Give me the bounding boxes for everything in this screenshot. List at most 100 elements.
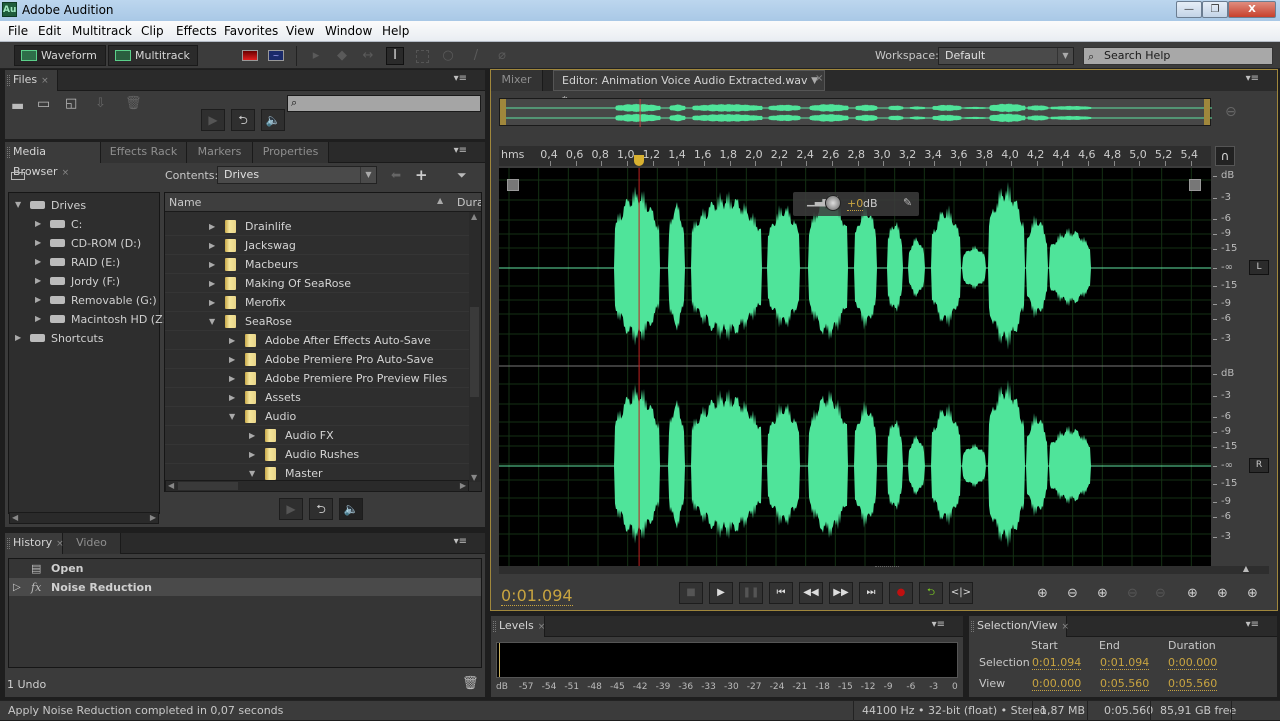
collapsed-triangle-icon[interactable]: ▶: [209, 255, 215, 274]
spectral-pitch-icon[interactable]: ~: [268, 50, 284, 61]
file-list-item[interactable]: ▶ Merofix: [165, 293, 469, 312]
razor-tool-icon[interactable]: ◆: [334, 48, 350, 64]
history-item[interactable]: ▤ Open: [9, 559, 481, 578]
minimize-button[interactable]: —: [1176, 1, 1202, 18]
menu-favorites[interactable]: Favorites: [224, 24, 278, 38]
marquee-tool-icon[interactable]: [416, 50, 429, 63]
collapsed-triangle-icon[interactable]: ▶: [35, 295, 41, 304]
history-item-current[interactable]: ▷ fx Noise Reduction: [9, 578, 481, 597]
current-time-display[interactable]: 0:01.094: [501, 586, 573, 606]
file-list-item[interactable]: ▶ Macbeurs: [165, 255, 469, 274]
trash-icon[interactable]: 🗑: [462, 676, 479, 691]
workspace-select[interactable]: Default ▼: [938, 47, 1074, 65]
editor-horizontal-scrollbar[interactable]: ▲: [499, 564, 1269, 574]
gain-value[interactable]: +0: [847, 197, 864, 211]
lasso-tool-icon[interactable]: ○: [440, 48, 456, 64]
zoom-out-full-icon[interactable]: ⊖: [1225, 104, 1237, 120]
channel-left-toggle[interactable]: L: [1249, 260, 1269, 275]
tab-video[interactable]: Video: [63, 533, 121, 554]
file-list-vertical-scrollbar[interactable]: ▲ ▼: [469, 212, 481, 482]
channel-right-toggle[interactable]: R: [1249, 458, 1269, 473]
menu-clip[interactable]: Clip: [141, 24, 164, 38]
column-header-duration[interactable]: Dura: [457, 196, 481, 209]
move-tool-icon[interactable]: ▸: [308, 48, 324, 64]
panel-menu-icon[interactable]: ▾≡: [932, 619, 945, 630]
drive-item[interactable]: ▶ RAID (E:): [9, 253, 159, 272]
file-list-item[interactable]: ▶ Adobe Premiere Pro Preview Files: [165, 369, 469, 388]
close-icon[interactable]: ×: [538, 622, 546, 632]
collapsed-triangle-icon[interactable]: ▶: [249, 426, 255, 445]
tab-selection-view[interactable]: Selection/View ×: [969, 616, 1070, 637]
collapsed-triangle-icon[interactable]: ▶: [249, 445, 255, 464]
panel-menu-icon[interactable]: ▾≡: [454, 536, 467, 547]
collapsed-triangle-icon[interactable]: ▶: [35, 314, 41, 323]
expanded-triangle-icon[interactable]: ▼: [209, 312, 215, 331]
import-file-icon[interactable]: ▭: [37, 96, 50, 112]
collapsed-triangle-icon[interactable]: ▶: [229, 388, 235, 407]
collapsed-triangle-icon[interactable]: ▶: [209, 274, 215, 293]
multitrack-view-button[interactable]: Multitrack: [108, 45, 198, 66]
insert-into-multitrack-icon[interactable]: ⇩: [95, 96, 106, 111]
tab-properties[interactable]: Properties: [253, 142, 329, 163]
gain-knob[interactable]: [825, 195, 841, 211]
collapsed-triangle-icon[interactable]: ▶: [35, 276, 41, 285]
tab-history[interactable]: History ×: [5, 533, 64, 554]
files-search-input[interactable]: ⌕: [287, 95, 481, 112]
stop-button[interactable]: ■: [679, 582, 703, 604]
autoplay-button[interactable]: 🔈: [261, 109, 285, 131]
skip-selection-button[interactable]: <|>: [949, 582, 973, 604]
media-play-button[interactable]: ▶: [279, 498, 303, 520]
media-loop-button[interactable]: ⮌: [309, 498, 333, 520]
zoom-to-selection-in-icon[interactable]: ⊕: [1187, 586, 1198, 601]
collapsed-triangle-icon[interactable]: ▶: [15, 333, 21, 342]
expanded-triangle-icon[interactable]: ▼: [229, 407, 235, 426]
add-shortcut-icon[interactable]: +: [415, 166, 428, 184]
time-ruler[interactable]: hms 0,4 0,6 0,8 1,0 1,2 1,4 1,6 1,8 2,0 2,2 2,4 2,6…: [499, 146, 1211, 166]
file-list-item[interactable]: ▶ Assets: [165, 388, 469, 407]
menu-multitrack[interactable]: Multitrack: [72, 24, 132, 38]
back-arrow-icon[interactable]: ⬅: [391, 168, 401, 182]
tab-effects-rack[interactable]: Effects Rack: [101, 142, 187, 163]
selection-duration[interactable]: 0:00.000: [1168, 656, 1218, 670]
collapsed-triangle-icon[interactable]: ▶: [209, 293, 215, 312]
drive-item[interactable]: ▶ Shortcuts: [9, 329, 159, 348]
zoom-out-time-icon[interactable]: ⊖: [1127, 586, 1138, 601]
menu-effects[interactable]: Effects: [176, 24, 217, 38]
drives-horizontal-scrollbar[interactable]: ◀ ▶: [9, 512, 159, 524]
tab-media-browser[interactable]: Media Browser ×: [5, 142, 101, 178]
expanded-triangle-icon[interactable]: ▼: [15, 200, 21, 209]
collapsed-triangle-icon[interactable]: ▶: [229, 350, 235, 369]
spectral-frequency-icon[interactable]: [242, 50, 258, 61]
view-duration[interactable]: 0:05.560: [1168, 677, 1218, 691]
drive-item[interactable]: ▶ Macintosh HD (Z:: [9, 310, 166, 329]
file-list-item[interactable]: ▼ Audio: [165, 407, 469, 426]
zoom-selection-icon[interactable]: ⊕: [1247, 586, 1258, 601]
column-header-name[interactable]: Name: [169, 196, 201, 209]
snap-magnet-icon[interactable]: ∩: [1215, 146, 1235, 166]
skip-to-start-button[interactable]: ⏮: [769, 582, 793, 604]
drive-item[interactable]: ▶ CD-ROM (D:): [9, 234, 159, 253]
media-autoplay-button[interactable]: 🔈: [339, 498, 363, 520]
collapsed-triangle-icon[interactable]: ▶: [35, 238, 41, 247]
close-icon[interactable]: ×: [1062, 622, 1070, 632]
collapsed-triangle-icon[interactable]: ▶: [35, 257, 41, 266]
menu-file[interactable]: File: [8, 24, 28, 38]
file-list-item[interactable]: ▶ Adobe After Effects Auto-Save: [165, 331, 469, 350]
open-file-icon[interactable]: ▬: [11, 98, 24, 114]
menu-view[interactable]: View: [286, 24, 314, 38]
collapsed-triangle-icon[interactable]: ▶: [209, 217, 215, 236]
play-button[interactable]: ▶: [709, 582, 733, 604]
tab-levels[interactable]: Levels ×: [491, 616, 545, 637]
drive-item[interactable]: ▶ Jordy (F:): [9, 272, 159, 291]
playhead-marker-icon[interactable]: [634, 155, 645, 166]
drive-item[interactable]: ▶ Removable (G:): [9, 291, 159, 310]
tab-files[interactable]: Files ×: [5, 70, 58, 91]
loop-preview-button[interactable]: ⮌: [231, 109, 255, 131]
panel-menu-icon[interactable]: ▾≡: [1246, 73, 1259, 84]
pin-icon[interactable]: ✎: [903, 196, 912, 209]
zoom-in-time-icon[interactable]: ⊕: [1097, 586, 1108, 601]
waveform-view-button[interactable]: Waveform: [14, 45, 106, 66]
fade-out-handle-icon[interactable]: [1189, 179, 1201, 191]
view-start[interactable]: 0:00.000: [1032, 677, 1082, 691]
collapsed-triangle-icon[interactable]: ▶: [229, 331, 235, 350]
